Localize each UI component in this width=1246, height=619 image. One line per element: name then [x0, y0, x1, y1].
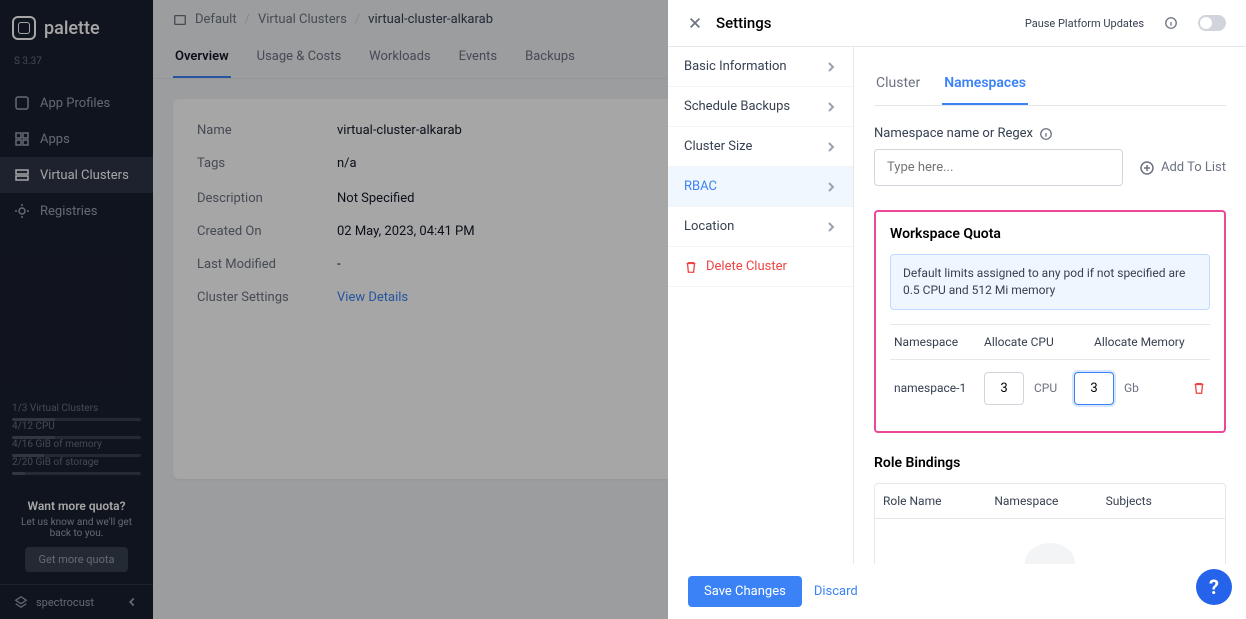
- settings-nav: Basic Information Schedule Backups Clust…: [668, 47, 854, 564]
- settings-basic-info[interactable]: Basic Information: [668, 47, 853, 87]
- pause-label: Pause Platform Updates: [1025, 17, 1144, 30]
- chevron-right-icon: [825, 101, 837, 113]
- settings-item-label: Cluster Size: [684, 139, 752, 154]
- settings-cluster-size[interactable]: Cluster Size: [668, 127, 853, 167]
- settings-rbac[interactable]: RBAC: [668, 167, 853, 207]
- drawer-header: Settings Pause Platform Updates: [668, 0, 1246, 47]
- settings-content: Cluster Namespaces Namespace name or Reg…: [854, 47, 1246, 564]
- workspace-quota-box: Workspace Quota Default limits assigned …: [874, 210, 1226, 433]
- chevron-right-icon: [825, 221, 837, 233]
- plus-circle-icon: [1139, 160, 1155, 176]
- delete-cluster-button[interactable]: Delete Cluster: [668, 247, 853, 287]
- header-namespace: Namespace: [894, 335, 984, 349]
- quota-row: namespace-1 CPU Gb: [890, 360, 1210, 417]
- delete-row-icon[interactable]: [1192, 381, 1206, 395]
- header-memory: Allocate Memory: [1094, 335, 1204, 349]
- quota-table-header: Namespace Allocate CPU Allocate Memory: [890, 324, 1210, 360]
- add-to-list-button[interactable]: Add To List: [1139, 160, 1226, 176]
- ctab-namespaces[interactable]: Namespaces: [942, 67, 1028, 105]
- settings-backups[interactable]: Schedule Backups: [668, 87, 853, 127]
- memory-input[interactable]: [1074, 372, 1114, 405]
- discard-button[interactable]: Discard: [814, 584, 858, 599]
- trash-icon: [684, 260, 698, 274]
- drawer-footer: Save Changes Discard: [668, 564, 1246, 619]
- chevron-right-icon: [825, 141, 837, 153]
- content-tabs: Cluster Namespaces: [874, 67, 1226, 106]
- delete-label: Delete Cluster: [706, 259, 787, 274]
- settings-item-label: Schedule Backups: [684, 99, 790, 114]
- settings-item-label: RBAC: [684, 179, 717, 194]
- bindings-header: Role Name Namespace Subjects: [874, 483, 1226, 519]
- ctab-cluster[interactable]: Cluster: [874, 67, 922, 105]
- settings-location[interactable]: Location: [668, 207, 853, 247]
- pause-toggle[interactable]: [1198, 15, 1226, 31]
- close-icon[interactable]: [688, 16, 702, 30]
- namespace-name: namespace-1: [894, 381, 974, 395]
- settings-item-label: Location: [684, 219, 734, 234]
- chevron-right-icon: [825, 61, 837, 73]
- header-subjects: Subjects: [1106, 494, 1217, 508]
- namespace-field-label: Namespace name or Regex: [874, 126, 1226, 141]
- namespace-input-row: Add To List: [874, 149, 1226, 186]
- settings-drawer: Settings Pause Platform Updates Basic In…: [668, 0, 1246, 619]
- cpu-input[interactable]: [984, 372, 1024, 405]
- add-list-label: Add To List: [1161, 160, 1226, 175]
- memory-unit: Gb: [1124, 381, 1154, 395]
- chevron-right-icon: [825, 181, 837, 193]
- quota-info-banner: Default limits assigned to any pod if no…: [890, 254, 1210, 310]
- header-cpu: Allocate CPU: [984, 335, 1094, 349]
- empty-illustration: [1025, 543, 1075, 564]
- drawer-body: Basic Information Schedule Backups Clust…: [668, 47, 1246, 564]
- namespace-input[interactable]: [874, 149, 1123, 186]
- info-icon[interactable]: [1164, 16, 1178, 30]
- info-icon[interactable]: [1039, 127, 1053, 141]
- drawer-title: Settings: [716, 14, 1011, 32]
- settings-item-label: Basic Information: [684, 59, 787, 74]
- header-namespace: Namespace: [994, 494, 1105, 508]
- bindings-empty-state: [874, 519, 1226, 564]
- quota-title: Workspace Quota: [890, 226, 1210, 242]
- save-changes-button[interactable]: Save Changes: [688, 576, 802, 607]
- bindings-title: Role Bindings: [874, 455, 1226, 471]
- header-role-name: Role Name: [883, 494, 994, 508]
- cpu-unit: CPU: [1034, 381, 1064, 395]
- help-button[interactable]: ?: [1196, 569, 1232, 605]
